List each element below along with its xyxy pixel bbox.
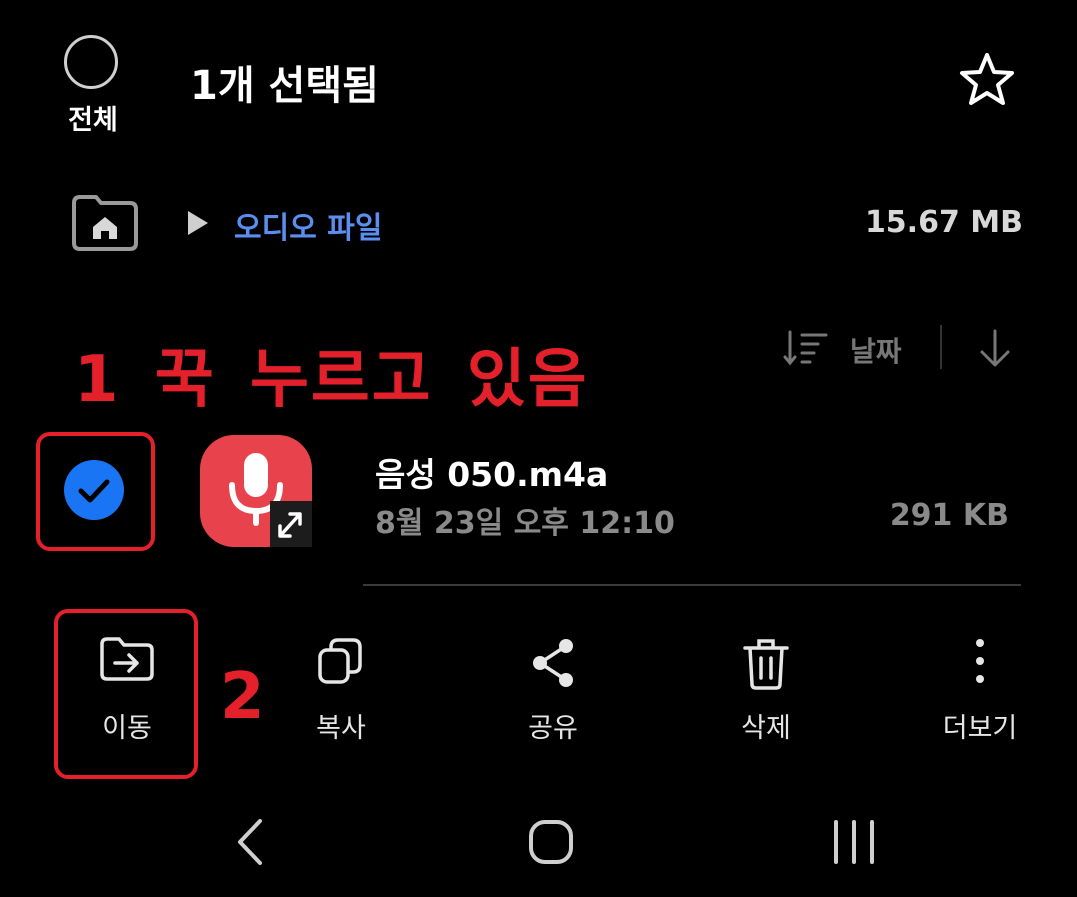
annotation-step-2: 2 <box>220 660 265 734</box>
sort-icon[interactable] <box>782 330 830 366</box>
share-icon <box>533 639 573 687</box>
file-name[interactable]: 음성 050.m4a <box>375 448 608 496</box>
recent-apps-icon[interactable] <box>828 820 880 864</box>
share-label: 공유 <box>528 713 578 744</box>
trash-icon <box>743 639 789 690</box>
annotation-step-1: 1 꾹 누르고 있음 <box>74 343 589 417</box>
annotation-box-checkbox <box>36 432 155 551</box>
annotation-box-move <box>54 609 198 779</box>
select-all-label[interactable]: 전체 <box>50 98 136 137</box>
more-button[interactable]: 더보기 <box>905 630 1055 744</box>
sort-label[interactable]: 날짜 <box>850 330 902 370</box>
back-icon[interactable] <box>232 817 272 867</box>
delete-button[interactable]: 삭제 <box>691 630 841 744</box>
delete-label: 삭제 <box>741 713 791 744</box>
file-size: 291 KB <box>889 498 1009 533</box>
copy-button[interactable]: 복사 <box>266 630 416 744</box>
more-label: 더보기 <box>942 713 1018 744</box>
copy-label: 복사 <box>316 713 366 744</box>
share-button[interactable]: 공유 <box>478 630 628 744</box>
microphone-icon[interactable] <box>200 435 314 547</box>
list-divider <box>363 584 1021 586</box>
home-folder-icon[interactable] <box>70 193 140 253</box>
sort-divider <box>940 325 942 369</box>
breadcrumb-folder-link[interactable]: 오디오 파일 <box>234 203 382 247</box>
copy-icon <box>318 638 362 684</box>
more-vertical-icon <box>976 639 984 683</box>
home-nav-icon[interactable] <box>527 818 575 866</box>
arrow-down-icon[interactable] <box>978 328 1012 368</box>
breadcrumb-arrow-icon <box>186 209 210 237</box>
star-icon[interactable] <box>957 51 1017 107</box>
storage-size: 15.67 MB <box>864 205 1023 240</box>
page-title: 1개 선택됨 <box>190 63 379 109</box>
select-all-checkbox[interactable] <box>64 35 118 89</box>
file-date: 8월 23일 오후 12:10 <box>375 506 675 541</box>
